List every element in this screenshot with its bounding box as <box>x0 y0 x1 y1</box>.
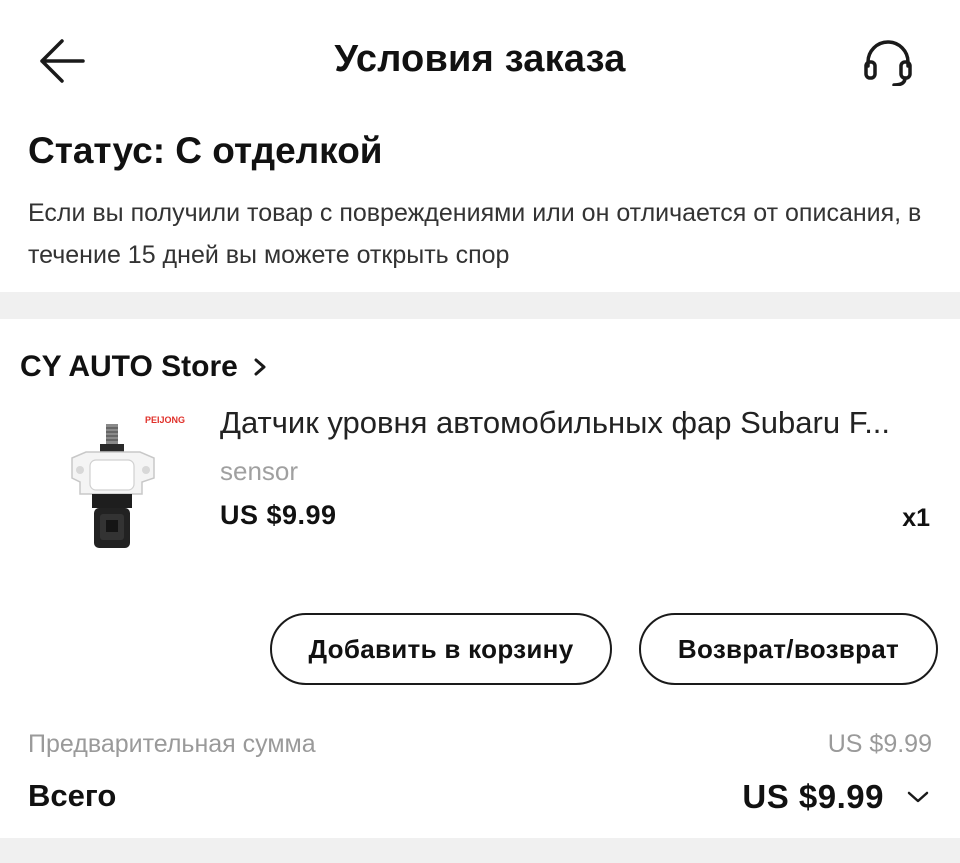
image-brand-text: PEIJONG <box>145 415 185 425</box>
sensor-image-icon: PEIJONG <box>71 415 185 548</box>
status-description: Если вы получили товар с повреждениями и… <box>28 199 922 269</box>
store-link[interactable]: CY AUTO Store <box>20 345 268 389</box>
add-to-cart-button[interactable]: Добавить в корзину <box>270 613 612 685</box>
total-expand-toggle[interactable]: US $9.99 <box>742 776 930 818</box>
product-variant: sensor <box>220 456 299 486</box>
total-label: Всего <box>28 778 117 813</box>
subtotal-value: US $9.99 <box>827 730 932 758</box>
product-quantity: x1 <box>902 504 930 532</box>
status-title: Статус: С отделкой <box>28 130 383 171</box>
product-price: US $9.99 <box>220 500 337 530</box>
order-details-screen: Условия заказа Статус: С отделкой Если в… <box>0 0 960 863</box>
header: Условия заказа <box>0 0 960 122</box>
page-title: Условия заказа <box>334 38 626 80</box>
subtotal-label: Предварительная сумма <box>28 730 316 758</box>
product-image[interactable]: PEIJONG <box>50 408 200 556</box>
return-button[interactable]: Возврат/возврат <box>639 613 938 685</box>
product-title[interactable]: Датчик уровня автомобильных фар Subaru F… <box>220 405 932 441</box>
chevron-right-icon <box>254 358 266 376</box>
headset-icon <box>864 40 912 87</box>
support-button[interactable] <box>860 40 916 87</box>
section-divider-bottom <box>0 838 960 863</box>
chevron-down-icon <box>907 791 929 803</box>
section-divider <box>0 292 960 319</box>
total-value: US $9.99 <box>742 778 884 815</box>
store-name: CY AUTO Store <box>20 350 238 383</box>
